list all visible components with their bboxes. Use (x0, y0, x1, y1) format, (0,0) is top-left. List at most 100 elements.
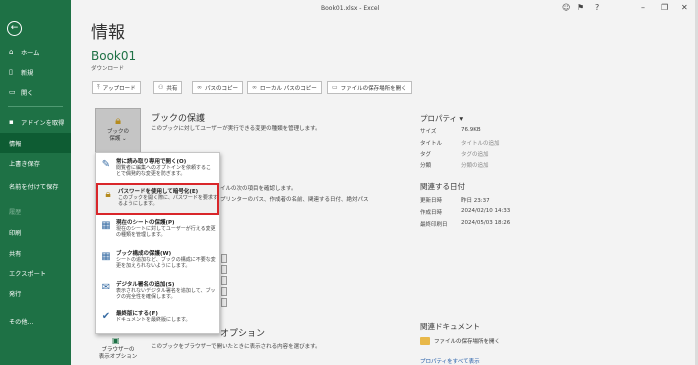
share-button[interactable]: ⚇ 共有 (153, 81, 183, 94)
link-icon: ∞ (252, 84, 257, 91)
property-row-tags[interactable]: タグ タグの追加 (420, 150, 620, 160)
related-docs-heading: 関連ドキュメント (420, 322, 480, 331)
open-folder-icon: ▭ (9, 88, 16, 96)
pencil-icon: ✎ (101, 159, 111, 170)
sidebar-item-print[interactable]: 印刷 (0, 222, 71, 242)
sidebar-item-share[interactable]: 共有 (0, 243, 71, 263)
browser-view-options-button[interactable]: ▣ ブラウザーの 表示オプション (95, 336, 141, 365)
property-value[interactable]: タグの追加 (461, 150, 489, 158)
copy-local-path-button[interactable]: ∞ ローカル パスのコピー (247, 81, 322, 94)
folder-icon: ▭ (332, 84, 338, 91)
sidebar-item-new[interactable]: ▯ 新規 (0, 62, 71, 82)
check-option-button[interactable] (221, 276, 227, 285)
menu-item-desc: シートの追加など、ブックの構成に不要な変更を加えられないようにします。 (116, 257, 216, 270)
sidebar-item-label: その他... (9, 318, 34, 326)
sidebar-item-label: 新規 (21, 69, 34, 77)
sidebar-item-export[interactable]: エクスポート (0, 263, 71, 283)
sidebar-item-get-addins[interactable]: ▪ アドインを取得 (0, 112, 71, 132)
property-value[interactable]: 分類の追加 (461, 161, 489, 169)
property-row-title[interactable]: タイトル タイトルの追加 (420, 139, 620, 149)
date-key: 最終印刷日 (420, 222, 448, 228)
sidebar-item-history[interactable]: 履歴 (0, 201, 71, 221)
page-title: 情報 (91, 23, 125, 43)
open-file-location-label: ファイルの保存場所を開く (340, 85, 407, 92)
menu-item-desc: 表示されないデジタル署名を追加して、ブックの完全性を確保します。 (116, 288, 216, 301)
help-icon[interactable]: ? (595, 3, 599, 12)
home-icon: ⌂ (9, 48, 14, 56)
date-key: 作成日時 (420, 210, 443, 216)
copy-path-label: パスのコピー (205, 85, 239, 92)
protect-button-label-2: 保護 ⌄ (109, 136, 127, 142)
sidebar-item-publish[interactable]: 発行 (0, 283, 71, 303)
backstage-sidebar: ← ⌂ ホーム ▯ 新規 ▭ 開く ▪ アドインを取得 情報 上書き保存 名前を付けて保… (0, 0, 71, 365)
workbook-structure-icon: ▦ (101, 251, 111, 262)
properties-heading[interactable]: プロパティ ▾ (420, 113, 463, 124)
sidebar-item-label: 開く (21, 89, 34, 97)
date-value: 2024/05/03 18:26 (461, 220, 511, 226)
sidebar-item-save-as[interactable]: 名前を付けて保存 (0, 176, 71, 196)
menu-item-encrypt-with-password[interactable]: 🔒︎ パスワードを使用して暗号化(E) このブックを開く際に、パスワードを要求す… (96, 183, 219, 215)
sidebar-item-open[interactable]: ▭ 開く (0, 82, 71, 102)
upload-button[interactable]: ⤒ アップロード (92, 81, 141, 94)
sheet-lock-icon: ▦ (101, 220, 111, 231)
browser-options-desc: このブックをブラウザーで開いたときに表示される内容を選びます。 (151, 344, 321, 350)
window-title: Book01.xlsx - Excel (321, 5, 380, 12)
restore-icon[interactable]: ❐ (661, 3, 668, 12)
property-key: タグ (420, 152, 432, 158)
menu-item-mark-as-final[interactable]: ✔ 最終版にする(F) ドキュメントを最終版にします。 (96, 307, 219, 339)
share-icon: ⚇ (158, 84, 164, 91)
certificate-icon: ✉ (101, 282, 111, 293)
check-option-button[interactable] (221, 265, 227, 274)
close-icon[interactable]: ✕ (681, 3, 688, 12)
menu-item-protect-current-sheet[interactable]: ▦ 現在のシートの保護(P) 現在のシートに対してユーザーが行える変更の種類を管… (96, 216, 219, 248)
open-file-location-button[interactable]: ▭ ファイルの保存場所を開く (327, 81, 412, 94)
property-value[interactable]: タイトルの追加 (461, 139, 500, 147)
sidebar-item-label: 情報 (9, 140, 22, 148)
menu-item-desc: このブックを開く際に、パスワードを要求するようにします。 (118, 195, 218, 208)
browser-options-title: オプション (220, 329, 266, 339)
menu-item-protect-workbook-structure[interactable]: ▦ ブック構成の保護(W) シートの追加など、ブックの構成に不要な変更を加えられ… (96, 247, 219, 279)
sidebar-item-info[interactable]: 情報 (0, 133, 71, 153)
feedback-icon[interactable]: ⚑ (577, 3, 584, 12)
sidebar-item-home[interactable]: ⌂ ホーム (0, 42, 71, 62)
addin-icon: ▪ (9, 118, 14, 126)
sidebar-item-save[interactable]: 上書き保存 (0, 153, 71, 173)
menu-item-title: パスワードを使用して暗号化(E) (118, 189, 199, 195)
sidebar-item-label: ホーム (21, 49, 40, 57)
folder-icon (420, 337, 430, 345)
related-dates-heading: 関連する日付 (420, 182, 465, 191)
menu-item-add-digital-signature[interactable]: ✉ デジタル署名の追加(S) 表示されないデジタル署名を追加して、ブックの完全性… (96, 278, 219, 310)
copy-path-button[interactable]: ∞ パスのコピー (192, 81, 244, 94)
sidebar-item-label: エクスポート (9, 270, 46, 278)
inspect-desc-line1: イルの次の項目を確認します。 (220, 186, 297, 192)
check-option-button[interactable] (221, 287, 227, 296)
inspect-desc-line2: プリンターのパス、作成者の名前、関連する日付、絶対パス (220, 197, 369, 203)
date-row-created: 作成日時 2024/02/10 14:33 (420, 208, 620, 218)
related-doc-open-location[interactable]: ファイルの保存場所を開く (420, 337, 500, 345)
sidebar-item-label: アドインを取得 (21, 119, 65, 127)
menu-item-desc: 現在のシートに対してユーザーが行える変更の種類を管理します。 (116, 226, 216, 239)
sidebar-item-label: 上書き保存 (9, 160, 40, 168)
sidebar-item-label: 印刷 (9, 229, 22, 237)
sidebar-item-label: 履歴 (9, 208, 22, 216)
menu-item-desc: 閲覧者に編集へのオプトインを依頼することで偶発的な変更を防ぎます。 (116, 165, 212, 178)
menu-item-title: ブック構成の保護(W) (116, 251, 172, 257)
date-row-modified: 更新日時 昨日 23:37 (420, 196, 620, 206)
sidebar-item-label: 共有 (9, 250, 22, 258)
check-option-button[interactable] (221, 298, 227, 307)
protect-workbook-button[interactable]: 🔒︎ ブックの 保護 ⌄ (95, 108, 141, 154)
minimize-icon[interactable]: – (641, 3, 645, 12)
check-option-button[interactable] (221, 254, 227, 263)
protect-workbook-menu: ✎ 常に読み取り専用で開く(O) 閲覧者に編集へのオプトインを依頼することで偶発… (95, 152, 220, 334)
browser-button-label-2: 表示オプション (98, 354, 138, 360)
date-value: 2024/02/10 14:33 (461, 208, 511, 214)
back-arrow-icon[interactable]: ← (7, 21, 22, 36)
user-icon[interactable]: ☺ (562, 3, 570, 12)
final-document-icon: ✔ (101, 311, 111, 322)
sidebar-item-label: 発行 (9, 290, 22, 298)
menu-item-title: 現在のシートの保護(P) (116, 220, 175, 226)
show-all-properties-link[interactable]: プロパティをすべて表示 (420, 357, 480, 365)
sidebar-item-more[interactable]: その他... (0, 311, 71, 331)
upload-icon: ⤒ (97, 83, 100, 91)
property-row-category[interactable]: 分類 分類の追加 (420, 161, 620, 171)
